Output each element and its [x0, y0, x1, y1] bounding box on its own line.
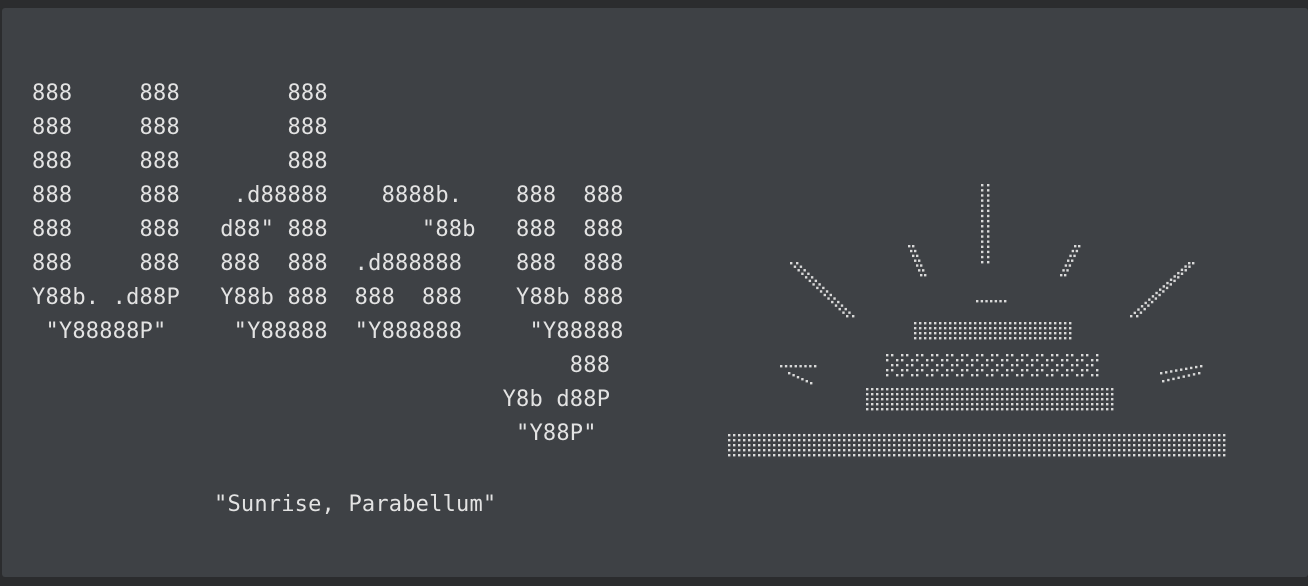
terminal-window: 888 888 888 888 888 888 888 888 888 888 … [2, 8, 1308, 577]
braille-sunrise-icon [728, 184, 1226, 457]
